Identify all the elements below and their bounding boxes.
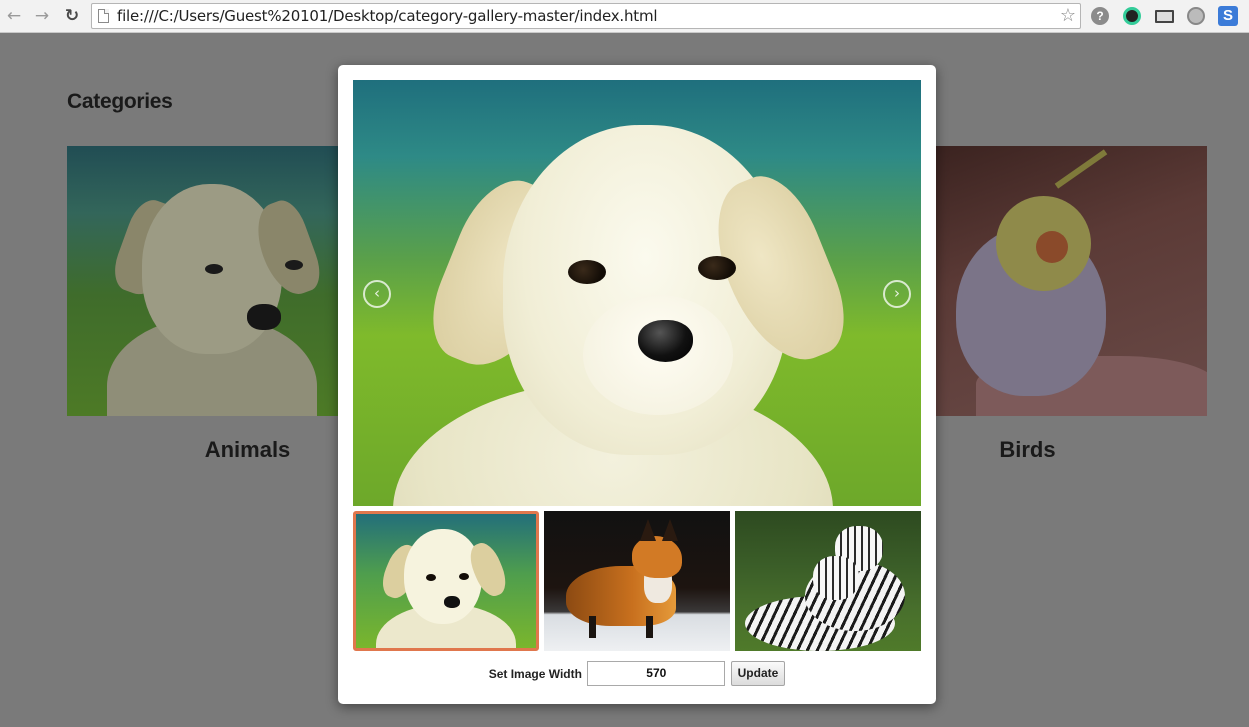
back-arrow-icon[interactable]: ← — [4, 6, 24, 26]
thumb-puppy-nose — [444, 596, 460, 608]
update-button[interactable]: Update — [730, 661, 786, 686]
reader-icon[interactable] — [1155, 10, 1174, 23]
stop-icon[interactable] — [1187, 7, 1205, 25]
thumb-puppy-eye — [426, 574, 436, 581]
prev-arrow-icon[interactable]: ‹ — [363, 280, 391, 308]
width-label: Set Image Width — [488, 666, 582, 681]
dim-puppy-eye — [285, 260, 303, 270]
thumbnail-puppy[interactable] — [353, 511, 539, 651]
puppy-eye-right — [698, 256, 736, 280]
puppy-eye-left — [568, 260, 606, 284]
fox-head — [632, 536, 682, 578]
forward-arrow-icon[interactable]: → — [32, 6, 52, 26]
dim-puppy-eye — [205, 264, 223, 274]
category-image-birds[interactable] — [936, 146, 1207, 416]
dim-bird-cheek — [1036, 231, 1068, 263]
address-bar[interactable]: file:///C:/Users/Guest%20101/Desktop/cat… — [91, 3, 1081, 29]
s-extension-icon[interactable]: S — [1218, 6, 1238, 26]
next-arrow-icon[interactable]: › — [883, 280, 911, 308]
fox-leg — [589, 616, 596, 638]
gallery-modal: ‹ › Set Image Width 570 Update — [338, 65, 936, 704]
fox-ear — [640, 519, 656, 541]
thumb-puppy-eye — [459, 573, 469, 580]
puppy-nose — [638, 320, 693, 362]
camera-icon[interactable] — [1123, 7, 1141, 25]
width-controls: Set Image Width 570 Update — [338, 661, 936, 687]
thumbnail-tigers[interactable] — [735, 511, 921, 651]
tiger-head — [813, 556, 859, 600]
thumbnail-fox[interactable] — [544, 511, 730, 651]
dim-bird-crest — [1054, 149, 1108, 189]
page-icon — [98, 9, 109, 23]
thumb-puppy-head — [404, 529, 482, 624]
fox-leg — [646, 616, 653, 638]
reload-icon[interactable]: ↻ — [62, 6, 82, 26]
fox-ear — [662, 519, 678, 541]
browser-toolbar: ← → ↻ file:///C:/Users/Guest%20101/Deskt… — [0, 0, 1249, 33]
category-image-animals[interactable] — [67, 146, 338, 416]
dim-puppy-nose — [247, 304, 281, 330]
main-gallery-image: ‹ › — [353, 80, 921, 506]
bookmark-star-icon[interactable]: ☆ — [1060, 5, 1076, 26]
page-title: Categories — [67, 90, 173, 113]
url-text[interactable]: file:///C:/Users/Guest%20101/Desktop/cat… — [117, 7, 658, 25]
help-icon[interactable]: ? — [1091, 7, 1109, 25]
width-input[interactable]: 570 — [587, 661, 726, 686]
